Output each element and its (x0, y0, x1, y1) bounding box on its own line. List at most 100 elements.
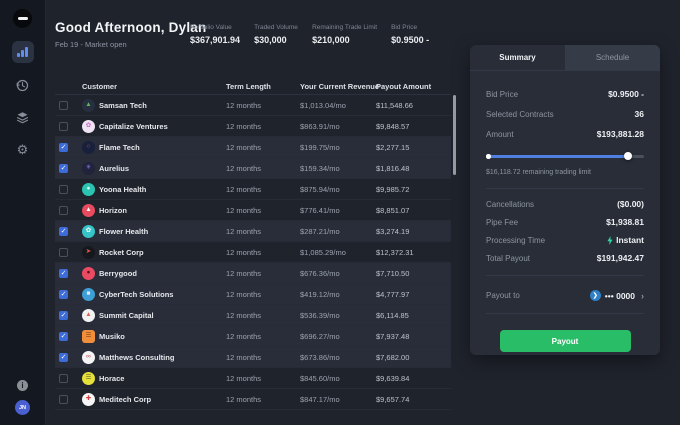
row-checkbox[interactable] (59, 206, 68, 215)
row-total-payout: Total Payout $191,942.47 (486, 253, 644, 263)
customer-name: Horizon (99, 206, 226, 215)
table-row[interactable]: ● Yoona Health 12 months $875.94/mo $9,9… (55, 179, 451, 200)
term-length: 12 months (226, 227, 300, 236)
table-row[interactable]: ☰ Horace 12 months $845.60/mo $9,639.84 (55, 368, 451, 389)
term-length: 12 months (226, 185, 300, 194)
current-revenue: $1,085.29/mo (300, 248, 376, 257)
row-checkbox[interactable]: ✓ (59, 143, 68, 152)
payout-button[interactable]: Payout (500, 330, 631, 352)
row-checkbox[interactable] (59, 395, 68, 404)
tab-summary[interactable]: Summary (470, 45, 565, 70)
sidebar-item-dashboard[interactable] (12, 41, 34, 63)
payout-summary-panel: Summary Schedule Bid Price $0.9500 - Sel… (470, 45, 660, 355)
customer-name: Horace (99, 374, 226, 383)
row-checkbox[interactable]: ✓ (59, 164, 68, 173)
customer-logo-icon: ✳ (82, 162, 95, 175)
customer-logo-icon: ● (82, 267, 95, 280)
customer-logo-icon: ✿ (82, 225, 95, 238)
col-term-length: Term Length (226, 82, 300, 91)
table-row[interactable]: ✓ ○ Flame Tech 12 months $199.75/mo $2,2… (55, 137, 451, 158)
sidebar-item-layers[interactable] (13, 107, 33, 127)
stat-bid-price: Bid Price $0.9500 - (391, 24, 435, 45)
col-payout-amount: Payout Amount (376, 82, 451, 91)
term-length: 12 months (226, 143, 300, 152)
payout-amount: $11,548.66 (376, 101, 451, 110)
payout-amount: $7,682.00 (376, 353, 451, 362)
customer-name: Flame Tech (99, 143, 226, 152)
stat-traded-volume: Traded Volume $30,000 (254, 24, 298, 45)
row-checkbox[interactable]: ✓ (59, 269, 68, 278)
table-body: ▲ Samsan Tech 12 months $1,013.04/mo $11… (55, 95, 451, 410)
row-checkbox[interactable]: ✓ (59, 353, 68, 362)
row-checkbox[interactable]: ✓ (59, 227, 68, 236)
payout-amount: $9,985.72 (376, 185, 451, 194)
customer-name: Samsan Tech (99, 101, 226, 110)
row-checkbox[interactable]: ✓ (59, 290, 68, 299)
info-icon[interactable]: i (17, 380, 28, 391)
bar-chart-icon (17, 47, 28, 57)
table-scrollbar[interactable] (453, 95, 456, 175)
customer-logo-icon: ▲ (82, 204, 95, 217)
table-header: Customer Term Length Your Current Revenu… (55, 78, 451, 95)
payout-amount: $2,277.15 (376, 143, 451, 152)
term-length: 12 months (226, 290, 300, 299)
pipe-dashboard: ⚙ i JN Good Afternoon, Dylan Feb 19 - Ma… (0, 0, 680, 425)
slider-thumb[interactable] (624, 152, 632, 160)
table-row[interactable]: ✓ ☰ Musiko 12 months $696.27/mo $7,937.4… (55, 326, 451, 347)
customer-logo-icon: ➤ (82, 246, 95, 259)
term-length: 12 months (226, 164, 300, 173)
term-length: 12 months (226, 332, 300, 341)
payout-amount: $8,851.07 (376, 206, 451, 215)
customer-name: Musiko (99, 332, 226, 341)
row-checkbox[interactable] (59, 185, 68, 194)
sidebar-item-history[interactable] (13, 75, 33, 95)
panel-tabs: Summary Schedule (470, 45, 660, 71)
sidebar-item-settings[interactable]: ⚙ (13, 139, 33, 159)
table-row[interactable]: ➤ Rocket Corp 12 months $1,085.29/mo $12… (55, 242, 451, 263)
customer-logo-icon: ▲ (82, 309, 95, 322)
payout-amount: $9,848.57 (376, 122, 451, 131)
table-row[interactable]: ✿ Capitalize Ventures 12 months $863.91/… (55, 116, 451, 137)
customer-name: Aurelius (99, 164, 226, 173)
tab-schedule[interactable]: Schedule (565, 45, 660, 70)
gear-icon: ⚙ (17, 143, 29, 156)
current-revenue: $847.17/mo (300, 395, 376, 404)
payout-account-selector[interactable]: ❯ ••• 0000 › (590, 290, 644, 301)
amount-slider[interactable] (486, 152, 644, 160)
table-row[interactable]: ✓ ▲ Summit Capital 12 months $536.39/mo … (55, 305, 451, 326)
page-header: Good Afternoon, Dylan Feb 19 - Market op… (55, 20, 206, 49)
history-clock-icon (16, 79, 29, 92)
table-row[interactable]: ▲ Samsan Tech 12 months $1,013.04/mo $11… (55, 95, 451, 116)
current-revenue: $845.60/mo (300, 374, 376, 383)
customer-name: Flower Health (99, 227, 226, 236)
row-checkbox[interactable] (59, 248, 68, 257)
table-row[interactable]: ✓ ■ CyberTech Solutions 12 months $419.1… (55, 284, 451, 305)
table-row[interactable]: ✓ ∞ Matthews Consulting 12 months $673.8… (55, 347, 451, 368)
current-revenue: $776.41/mo (300, 206, 376, 215)
table-row[interactable]: ✚ Meditech Corp 12 months $847.17/mo $9,… (55, 389, 451, 410)
row-checkbox[interactable]: ✓ (59, 332, 68, 341)
layers-icon (16, 111, 29, 124)
term-length: 12 months (226, 374, 300, 383)
current-revenue: $287.21/mo (300, 227, 376, 236)
table-row[interactable]: ▲ Horizon 12 months $776.41/mo $8,851.07 (55, 200, 451, 221)
sidebar: ⚙ i JN (0, 0, 46, 425)
table-row[interactable]: ✓ ✿ Flower Health 12 months $287.21/mo $… (55, 221, 451, 242)
row-cancellations: Cancellations ($0.00) (486, 199, 644, 209)
user-avatar[interactable]: JN (15, 400, 30, 415)
current-revenue: $863.91/mo (300, 122, 376, 131)
row-checkbox[interactable] (59, 122, 68, 131)
customer-name: Yoona Health (99, 185, 226, 194)
customer-logo-icon: ∞ (82, 351, 95, 364)
current-revenue: $673.86/mo (300, 353, 376, 362)
table-row[interactable]: ✓ ✳ Aurelius 12 months $159.34/mo $1,816… (55, 158, 451, 179)
divider (486, 313, 644, 314)
row-checkbox[interactable]: ✓ (59, 311, 68, 320)
table-row[interactable]: ✓ ● Berrygood 12 months $676.36/mo $7,71… (55, 263, 451, 284)
row-checkbox[interactable] (59, 101, 68, 110)
payout-amount: $4,777.97 (376, 290, 451, 299)
term-length: 12 months (226, 206, 300, 215)
row-checkbox[interactable] (59, 374, 68, 383)
customer-logo-icon: ✚ (82, 393, 95, 406)
customer-logo-icon: ✿ (82, 120, 95, 133)
